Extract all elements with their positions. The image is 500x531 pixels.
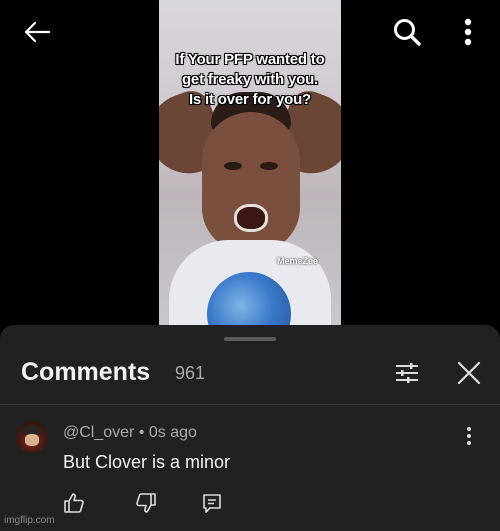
caption-line-2: get freaky with you. [181,71,319,88]
caption-line-3: Is it over for you? [188,91,312,108]
face [202,112,300,252]
caption-line-1: If Your PFP wanted to [175,51,325,68]
close-icon [457,361,481,385]
thumbs-down-icon [136,493,156,513]
arrow-left-icon [24,21,51,43]
more-vert-icon [467,427,471,445]
avatar[interactable] [16,421,48,453]
comments-panel: Comments 961 @Cl_over • 0s ago But Clove… [0,325,500,531]
video-watermark: MemeZee [277,256,319,266]
comments-title: Comments [21,358,151,386]
drag-handle[interactable] [224,337,276,341]
comment-more-button[interactable] [458,425,480,447]
thumbs-up-icon [64,493,84,513]
comment-time: 0s ago [148,424,197,441]
video-player[interactable]: If Your PFP wanted to get freaky with yo… [0,0,500,325]
imgflip-watermark: imgflip.com [4,515,55,526]
comment-item: @Cl_over • 0s ago But Clover is a minor [0,405,500,531]
video-caption: If Your PFP wanted to get freaky with yo… [159,50,341,110]
meta-separator: • [138,424,145,441]
sort-filter-button[interactable] [393,359,421,387]
search-icon [394,19,421,46]
dislike-button[interactable] [134,491,158,515]
sliders-icon [396,363,418,383]
reply-icon [203,494,221,513]
more-options-button[interactable] [456,16,480,48]
video-thumbnail[interactable]: If Your PFP wanted to get freaky with yo… [159,0,341,325]
comment-author[interactable]: @Cl_over [63,424,134,441]
search-button[interactable] [390,16,424,48]
back-button[interactable] [22,18,52,46]
more-vert-icon [464,18,472,46]
close-comments-button[interactable] [455,359,483,387]
reply-button[interactable] [200,491,224,515]
like-button[interactable] [62,491,86,515]
comments-count: 961 [175,363,206,383]
comment-meta: @Cl_over • 0s ago [63,424,197,442]
comment-text: But Clover is a minor [63,452,231,472]
